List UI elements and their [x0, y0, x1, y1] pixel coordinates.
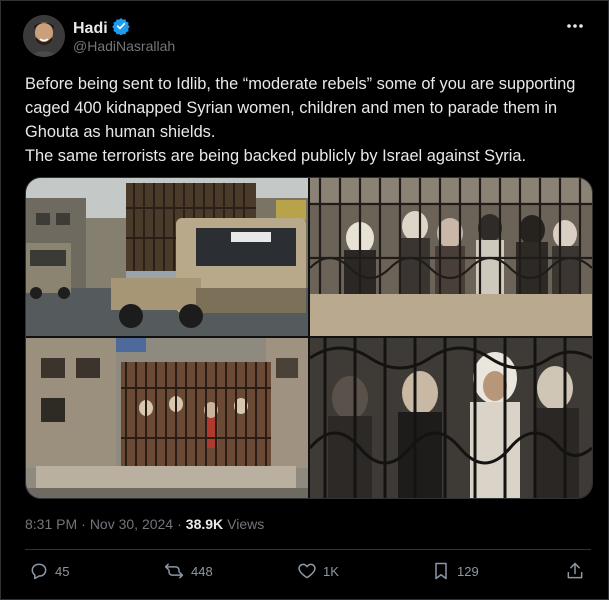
like-icon — [297, 561, 317, 581]
tweet-card: Hadi @HadiNasrallah Before being sent to… — [0, 0, 609, 600]
author-name[interactable]: Hadi — [73, 20, 108, 38]
verified-badge-icon — [111, 17, 130, 40]
like-count: 1K — [323, 563, 339, 579]
share-button[interactable] — [565, 561, 585, 581]
repost-button[interactable]: 448 — [163, 561, 213, 581]
tweet-line: Before being sent to Idlib, the “moderat… — [25, 75, 576, 141]
tweet-time[interactable]: 8:31 PM — [25, 516, 77, 532]
avatar[interactable] — [23, 15, 65, 57]
author-handle[interactable]: @HadiNasrallah — [73, 38, 175, 54]
photo-caged-closeup[interactable] — [310, 338, 592, 498]
bookmark-icon — [431, 561, 451, 581]
meta-separator: · — [177, 516, 182, 532]
reply-count: 45 — [55, 563, 70, 579]
share-icon — [565, 561, 585, 581]
photo-cage-ruins[interactable] — [26, 338, 308, 498]
more-icon[interactable] — [564, 17, 586, 35]
meta-separator: · — [81, 516, 86, 532]
tweet-line: The same terrorists are being backed pub… — [25, 147, 527, 165]
photo-truck-street[interactable] — [26, 178, 308, 336]
bookmark-button[interactable]: 129 — [431, 561, 479, 581]
photo-caged-women[interactable] — [310, 178, 592, 336]
tweet-meta: 8:31 PM · Nov 30, 2024 · 38.9K Views — [25, 516, 264, 532]
repost-count: 448 — [191, 563, 213, 579]
action-bar: 45 448 1K 129 — [25, 561, 591, 587]
like-button[interactable]: 1K — [297, 561, 339, 581]
views-count: 38.9K — [185, 516, 224, 532]
author-name-row[interactable]: Hadi — [73, 17, 130, 40]
tweet-date[interactable]: Nov 30, 2024 — [90, 516, 173, 532]
repost-icon — [163, 561, 185, 581]
views-label: Views — [227, 516, 265, 532]
bookmark-count: 129 — [457, 563, 479, 579]
divider — [25, 549, 591, 550]
media-grid[interactable] — [25, 177, 593, 499]
tweet-text: Before being sent to Idlib, the “moderat… — [25, 72, 595, 168]
reply-icon — [29, 561, 49, 581]
reply-button[interactable]: 45 — [29, 561, 69, 581]
